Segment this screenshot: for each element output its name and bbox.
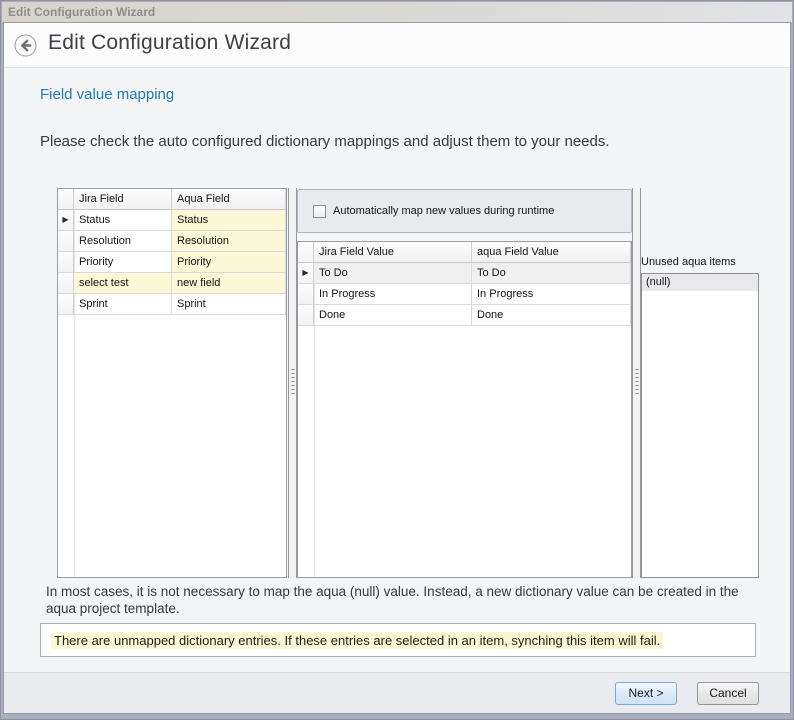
step-instruction: Please check the auto configured diction…	[40, 133, 610, 150]
cell-jira-field[interactable]: Sprint	[74, 294, 172, 315]
cell-aqua-value[interactable]: Done	[472, 305, 631, 326]
row-header-cell[interactable]	[298, 284, 314, 305]
table-row[interactable]: In Progress In Progress	[298, 284, 631, 305]
window-titlebar[interactable]: Edit Configuration Wizard	[2, 2, 792, 22]
splitter-right[interactable]	[632, 188, 641, 578]
row-selector-arrow-icon: ▶	[62, 215, 68, 224]
cell-jira-field[interactable]: Priority	[74, 252, 172, 273]
cell-jira-field[interactable]: select test	[74, 273, 172, 294]
window-title: Edit Configuration Wizard	[8, 5, 155, 19]
splitter-grip-icon	[635, 369, 639, 397]
value-mapping-grid: Jira Field Value aqua Field Value ▶ To D…	[297, 241, 632, 578]
back-button[interactable]	[14, 34, 37, 57]
table-row[interactable]: ▶ Status Status	[58, 210, 286, 231]
table-row[interactable]: ▶ To Do To Do	[298, 263, 631, 284]
value-grid-corner-cell	[298, 242, 314, 263]
auto-map-checkbox-label: Automatically map new values during runt…	[333, 205, 554, 217]
field-grid-corner-cell	[58, 189, 74, 210]
table-row[interactable]: Priority Priority	[58, 252, 286, 273]
column-header-aqua-field-value[interactable]: aqua Field Value	[472, 242, 631, 263]
column-header-aqua-field[interactable]: Aqua Field	[172, 189, 286, 210]
edit-configuration-wizard-window: Edit Configuration Wizard Edit Configura…	[0, 0, 794, 720]
field-mapping-grid: Jira Field Aqua Field ▶ Status Status Re…	[57, 188, 287, 578]
unused-items-label: Unused aqua items	[641, 256, 736, 268]
row-header-cell[interactable]	[298, 305, 314, 326]
unused-items-listbox[interactable]: (null)	[641, 273, 759, 578]
column-header-jira-field[interactable]: Jira Field	[74, 189, 172, 210]
wizard-footer: Next > Cancel	[4, 672, 790, 713]
value-grid-header-row: Jira Field Value aqua Field Value	[298, 242, 631, 263]
cell-jira-value[interactable]: In Progress	[314, 284, 472, 305]
cell-jira-value[interactable]: Done	[314, 305, 472, 326]
step-heading: Field value mapping	[40, 86, 174, 103]
table-row[interactable]: Resolution Resolution	[58, 231, 286, 252]
cell-aqua-field[interactable]: Resolution	[172, 231, 286, 252]
cell-aqua-field[interactable]: new field	[172, 273, 286, 294]
row-header-cell[interactable]: ▶	[58, 210, 74, 231]
null-mapping-note: In most cases, it is not necessary to ma…	[46, 583, 752, 617]
wizard-content: Field value mapping Please check the aut…	[4, 69, 790, 671]
table-row[interactable]: Sprint Sprint	[58, 294, 286, 315]
row-header-cell[interactable]	[58, 252, 74, 273]
cell-aqua-field[interactable]: Priority	[172, 252, 286, 273]
cell-aqua-field[interactable]: Sprint	[172, 294, 286, 315]
column-header-jira-field-value[interactable]: Jira Field Value	[314, 242, 472, 263]
auto-map-checkbox[interactable]	[313, 205, 326, 218]
wizard-title: Edit Configuration Wizard	[48, 31, 291, 55]
row-header-cell[interactable]: ▶	[298, 263, 314, 284]
back-arrow-icon	[14, 44, 37, 61]
splitter-grip-icon	[291, 369, 295, 397]
cell-aqua-field[interactable]: Status	[172, 210, 286, 231]
cell-aqua-value[interactable]: In Progress	[472, 284, 631, 305]
row-header-cell[interactable]	[58, 273, 74, 294]
wizard-dialog: Edit Configuration Wizard Field value ma…	[3, 22, 791, 714]
row-selector-arrow-icon: ▶	[302, 268, 308, 277]
field-grid-header-row: Jira Field Aqua Field	[58, 189, 286, 210]
cancel-button[interactable]: Cancel	[697, 682, 759, 705]
wizard-header: Edit Configuration Wizard	[4, 23, 790, 68]
cell-jira-field[interactable]: Resolution	[74, 231, 172, 252]
row-header-cell[interactable]	[58, 294, 74, 315]
runtime-mapping-panel: Automatically map new values during runt…	[297, 189, 632, 233]
auto-map-checkbox-row[interactable]: Automatically map new values during runt…	[298, 190, 631, 232]
warning-box: There are unmapped dictionary entries. I…	[40, 623, 756, 657]
splitter-left[interactable]	[288, 188, 297, 578]
table-row[interactable]: select test new field	[58, 273, 286, 294]
next-button[interactable]: Next >	[615, 682, 677, 705]
cell-jira-value[interactable]: To Do	[314, 263, 472, 284]
unmapped-warning-text: There are unmapped dictionary entries. I…	[51, 632, 663, 649]
cell-jira-field[interactable]: Status	[74, 210, 172, 231]
table-row[interactable]: Done Done	[298, 305, 631, 326]
cell-aqua-value[interactable]: To Do	[472, 263, 631, 284]
list-item[interactable]: (null)	[642, 274, 758, 291]
row-header-cell[interactable]	[58, 231, 74, 252]
